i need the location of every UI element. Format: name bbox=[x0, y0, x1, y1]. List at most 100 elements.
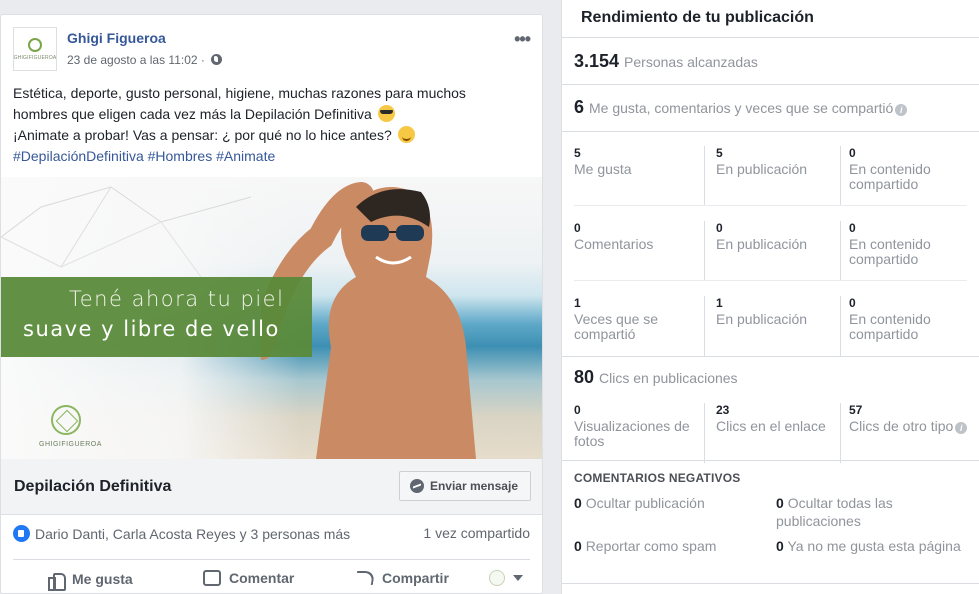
page-name-link[interactable]: Ghigi Figueroa bbox=[67, 30, 166, 46]
post-text-line2-wrap: hombres que eligen cada vez más la Depil… bbox=[13, 104, 528, 125]
like-reaction-icon bbox=[13, 525, 30, 542]
other-clicks-cell: 57 Clics de otro tipo i bbox=[840, 403, 970, 463]
likes-on-post-label: En publicación bbox=[716, 161, 808, 177]
spam-stat: 0 Reportar como spam bbox=[574, 537, 764, 555]
reactions-text[interactable]: Dario Danti, Carla Acosta Reyes y 3 pers… bbox=[35, 526, 350, 542]
banner-line2: suave y libre de vello bbox=[23, 317, 280, 341]
spam-num: 0 bbox=[574, 538, 582, 554]
audience-selector[interactable] bbox=[489, 570, 523, 586]
comment-icon bbox=[203, 570, 221, 586]
panel-title: Rendimiento de tu publicación bbox=[581, 9, 814, 26]
shares-on-post-num: 1 bbox=[716, 296, 723, 310]
shares-on-post-cell: 1 En publicación bbox=[704, 296, 834, 356]
row-divider bbox=[574, 205, 967, 206]
post-header: GHIGIFIGUEROA Ghigi Figueroa 23 de agost… bbox=[13, 27, 531, 73]
likes-on-post-num: 5 bbox=[716, 146, 723, 160]
send-message-button[interactable]: Enviar mensaje bbox=[398, 471, 531, 501]
brand-logo-icon bbox=[51, 405, 81, 435]
smile-emoji-icon bbox=[397, 126, 415, 143]
hide-all-num: 0 bbox=[776, 495, 784, 511]
divider bbox=[562, 460, 979, 461]
page-avatar[interactable]: GHIGIFIGUEROA bbox=[13, 27, 57, 71]
shares-row: 1 Veces que se compartió 1 En publicación … bbox=[562, 296, 979, 371]
hide-all-label: Ocultar todas las publicaciones bbox=[776, 495, 893, 529]
post-text-line1: Estética, deporte, gusto personal, higie… bbox=[13, 85, 466, 101]
engagement-stat: 6 Me gusta, comentarios y veces que se co… bbox=[574, 97, 908, 118]
like-button[interactable]: Me gusta bbox=[46, 570, 133, 591]
divider bbox=[562, 356, 979, 357]
performance-panel: Rendimiento de tu publicación 3.154 Perso… bbox=[561, 0, 979, 594]
divider bbox=[562, 131, 979, 132]
messenger-icon bbox=[409, 479, 424, 493]
reactions-summary: Dario Danti, Carla Acosta Reyes y 3 pers… bbox=[13, 525, 530, 547]
likes-label: Me gusta bbox=[574, 161, 632, 177]
share-icon bbox=[354, 571, 376, 585]
hide-all-stat: 0 Ocultar todas las publicaciones bbox=[776, 494, 966, 530]
info-icon[interactable]: i bbox=[955, 422, 968, 434]
comments-cell: 0 Comentarios bbox=[574, 221, 704, 281]
more-options-icon[interactable]: ••• bbox=[514, 29, 531, 50]
divider bbox=[562, 583, 979, 584]
share-button[interactable]: Compartir bbox=[354, 570, 449, 586]
link-clicks-cell: 23 Clics en el enlace bbox=[704, 403, 834, 463]
globe-icon bbox=[211, 54, 223, 65]
cta-bar: Depilación Definitiva Enviar mensaje bbox=[1, 459, 542, 515]
unlike-page-label: Ya no me gusta esta página bbox=[787, 538, 961, 554]
photo-views-num: 0 bbox=[574, 403, 581, 417]
shares-on-shares-cell: 0 En contenido compartido bbox=[840, 296, 970, 356]
shares-cell: 1 Veces que se compartió bbox=[574, 296, 704, 356]
negative-feedback-title: COMENTARIOS NEGATIVOS bbox=[574, 471, 741, 485]
comments-on-post-num: 0 bbox=[716, 221, 723, 235]
reach-stat: 3.154 Personas alcanzadas bbox=[574, 51, 758, 72]
logo-ring-icon bbox=[28, 37, 42, 52]
shares-count[interactable]: 1 vez compartido bbox=[423, 525, 530, 541]
likes-num: 5 bbox=[574, 146, 581, 160]
post-image[interactable]: Tené ahora tu piel suave y libre de vell… bbox=[1, 177, 542, 459]
comments-on-shares-cell: 0 En contenido compartido bbox=[840, 221, 970, 281]
post-timestamp[interactable]: 23 de agosto a las 11:02 · bbox=[67, 53, 223, 67]
clicks-value: 80 bbox=[574, 367, 595, 387]
shares-on-post-label: En publicación bbox=[716, 311, 808, 327]
comments-on-post-label: En publicación bbox=[716, 236, 808, 252]
comment-button[interactable]: Comentar bbox=[203, 570, 294, 586]
photo-views-cell: 0 Visualizaciones de fotos bbox=[574, 403, 704, 463]
divider bbox=[562, 37, 979, 38]
avatar-brand-text: GHIGIFIGUEROA bbox=[13, 54, 57, 61]
comments-label: Comentarios bbox=[574, 236, 654, 252]
thumbs-up-icon bbox=[46, 570, 66, 591]
other-clicks-num: 57 bbox=[849, 403, 863, 417]
post-hashtags[interactable]: #DepilaciónDefinitiva #Hombres #Animate bbox=[13, 146, 528, 167]
other-clicks-label: Clics de otro tipo bbox=[849, 418, 954, 434]
image-logo-text: GHIGIFIGUEROA bbox=[39, 441, 102, 448]
unlike-page-num: 0 bbox=[776, 538, 784, 554]
clicks-row: 0 Visualizaciones de fotos 23 Clics en el … bbox=[562, 403, 979, 478]
hide-post-stat: 0 Ocultar publicación bbox=[574, 494, 764, 512]
reach-label: Personas alcanzadas bbox=[624, 54, 758, 70]
row-divider bbox=[574, 280, 967, 281]
comments-on-shares-label: En contenido compartido bbox=[849, 236, 931, 267]
comments-on-shares-num: 0 bbox=[849, 221, 856, 235]
shares-on-shares-num: 0 bbox=[849, 296, 856, 310]
sunglasses-emoji-icon bbox=[377, 105, 395, 122]
post-card: GHIGIFIGUEROA Ghigi Figueroa 23 de agost… bbox=[0, 14, 543, 594]
cta-title[interactable]: Depilación Definitiva bbox=[14, 478, 171, 496]
page-mini-avatar bbox=[489, 570, 505, 586]
shares-on-shares-label: En contenido compartido bbox=[849, 311, 931, 342]
likes-on-shares-num: 0 bbox=[849, 146, 856, 160]
hide-post-label: Ocultar publicación bbox=[585, 495, 705, 511]
likes-cell: 5 Me gusta bbox=[574, 146, 704, 206]
engagement-value: 6 bbox=[574, 97, 585, 117]
banner-line1: Tené ahora tu piel bbox=[69, 287, 285, 311]
link-clicks-num: 23 bbox=[716, 403, 730, 417]
post-text-line3: ¡Animate a probar! Vas a pensar: ¿ por q… bbox=[13, 127, 392, 143]
action-bar: Me gusta Comentar Compartir bbox=[13, 559, 530, 593]
timestamp-text: 23 de agosto a las 11:02 · bbox=[67, 53, 205, 67]
info-icon[interactable]: i bbox=[895, 104, 908, 116]
unlike-page-stat: 0 Ya no me gusta esta página bbox=[776, 537, 966, 555]
chevron-down-icon bbox=[513, 575, 523, 581]
likes-on-shares-label: En contenido compartido bbox=[849, 161, 931, 192]
link-clicks-label: Clics en el enlace bbox=[716, 418, 826, 434]
shares-num: 1 bbox=[574, 296, 581, 310]
reach-value: 3.154 bbox=[574, 51, 620, 71]
hide-post-num: 0 bbox=[574, 495, 582, 511]
